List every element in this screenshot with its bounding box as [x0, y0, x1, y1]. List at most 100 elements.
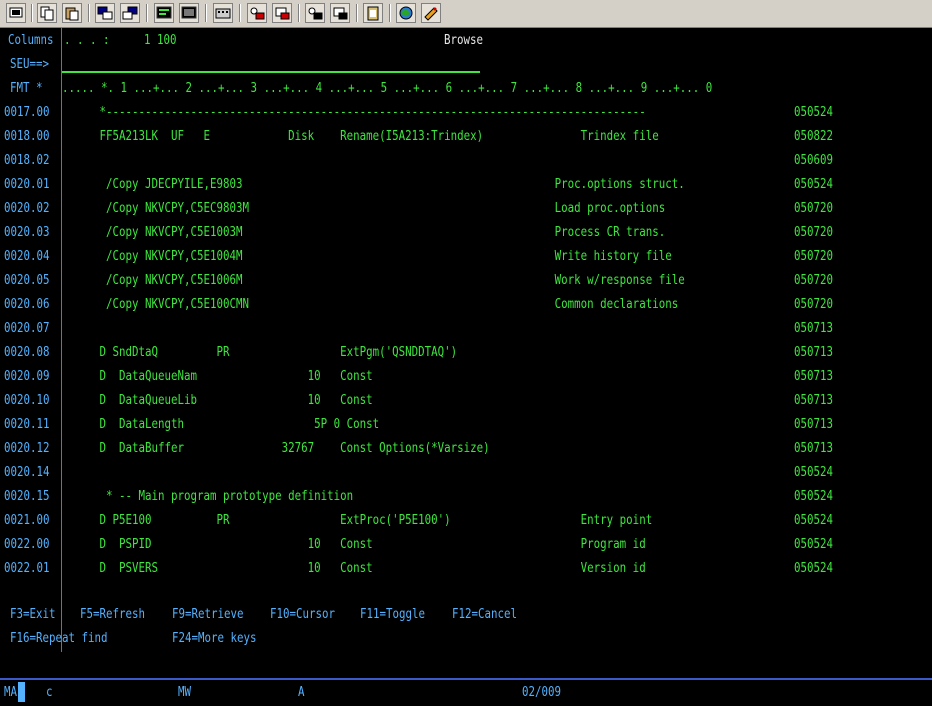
- columns-dots: . . . :: [64, 32, 110, 48]
- sequence-number: 0018.00: [4, 128, 50, 144]
- source-line[interactable]: 0018.00 FF5A213LK UF E Disk Rename(I5A21…: [0, 124, 932, 148]
- source-text[interactable]: D PSVERS 10 Const Version id: [67, 556, 646, 580]
- source-line[interactable]: 0020.12 D DataBuffer 32767 Const Options…: [0, 436, 932, 460]
- f12-cancel-key[interactable]: F12=Cancel: [452, 602, 517, 626]
- clipboard-button[interactable]: [363, 3, 383, 23]
- stop-record-icon: [275, 7, 290, 20]
- keyboard-mode-indicator: A: [298, 684, 305, 700]
- sequence-number: 0020.01: [4, 176, 50, 192]
- change-date: 050524: [794, 176, 834, 192]
- change-date: 050720: [794, 224, 834, 240]
- sequence-number: 0020.05: [4, 272, 50, 288]
- source-line[interactable]: 0018.02 050609: [0, 148, 932, 172]
- source-line[interactable]: 0020.06 /Copy NKVCPY,C5E100CMN Common de…: [0, 292, 932, 316]
- change-date: 050609: [794, 152, 834, 168]
- help-button[interactable]: [421, 3, 441, 23]
- change-date: 050524: [794, 536, 834, 552]
- play-macro2-button[interactable]: [330, 3, 350, 23]
- sequence-number: 0020.03: [4, 224, 50, 240]
- change-date: 050524: [794, 464, 834, 480]
- play-macro2-icon: [333, 7, 348, 20]
- change-date: 050713: [794, 392, 834, 408]
- fmt-label: FMT *: [10, 80, 43, 96]
- source-text[interactable]: D P5E100 PR ExtProc('P5E100') Entry poin…: [67, 508, 653, 532]
- sequence-number: 0020.02: [4, 200, 50, 216]
- change-date: 050713: [794, 368, 834, 384]
- clipboard-icon: [367, 6, 379, 21]
- connection-indicator: c: [46, 684, 53, 700]
- sequence-number: 0020.12: [4, 440, 50, 456]
- source-line[interactable]: 0020.02 /Copy NKVCPY,C5EC9803M Load proc…: [0, 196, 932, 220]
- change-date: 050524: [794, 104, 834, 120]
- source-text[interactable]: /Copy NKVCPY,C5E1006M Work w/response fi…: [67, 268, 685, 292]
- source-text[interactable]: *---------------------------------------…: [67, 100, 646, 124]
- source-text[interactable]: D DataLength 5P 0 Const: [67, 412, 380, 436]
- source-text[interactable]: /Copy NKVCPY,C5E1004M Write history file: [67, 244, 672, 268]
- source-line[interactable]: 0022.00 D PSPID 10 Const Program id 0505…: [0, 532, 932, 556]
- source-line[interactable]: 0020.09 D DataQueueNam 10 Const 050713: [0, 364, 932, 388]
- source-text[interactable]: /Copy JDECPYILE,E9803 Proc.options struc…: [67, 172, 685, 196]
- columns-label: Columns: [8, 32, 54, 48]
- seu-input-underline: [62, 71, 480, 73]
- record-macro-button[interactable]: [247, 3, 267, 23]
- f9-retrieve-key[interactable]: F9=Retrieve: [172, 602, 244, 626]
- f5-refresh-key[interactable]: F5=Refresh: [80, 602, 145, 626]
- print-screen-button[interactable]: [6, 3, 26, 23]
- ruler-scale: ..... *. 1 ...+... 2 ...+... 3 ...+... 4…: [62, 80, 713, 96]
- source-line[interactable]: 0017.00 *-------------------------------…: [0, 100, 932, 124]
- emulator-toolbar: [0, 0, 932, 28]
- sequence-number: 0020.11: [4, 416, 50, 432]
- source-text[interactable]: D PSPID 10 Const Program id: [67, 532, 646, 556]
- terminal-screen[interactable]: Columns . . . : 1 100 Browse SEU==> FMT …: [0, 28, 932, 678]
- source-line[interactable]: 0020.05 /Copy NKVCPY,C5E1006M Work w/res…: [0, 268, 932, 292]
- source-text[interactable]: D SndDtaQ PR ExtPgm('QSNDDTAQ'): [67, 340, 458, 364]
- receive-button[interactable]: [120, 3, 140, 23]
- display-button[interactable]: [154, 3, 174, 23]
- macro-button[interactable]: [213, 3, 233, 23]
- play-macro-button[interactable]: [305, 3, 325, 23]
- source-line[interactable]: 0020.07 050713: [0, 316, 932, 340]
- stop-record-button[interactable]: [272, 3, 292, 23]
- source-text[interactable]: D DataQueueLib 10 Const: [67, 388, 373, 412]
- source-line[interactable]: 0020.01 /Copy JDECPYILE,E9803 Proc.optio…: [0, 172, 932, 196]
- source-line[interactable]: 0021.00 D P5E100 PR ExtProc('P5E100') En…: [0, 508, 932, 532]
- record-macro-icon: [250, 7, 265, 20]
- f3-exit-key[interactable]: F3=Exit: [10, 602, 56, 626]
- sequence-number: 0020.04: [4, 248, 50, 264]
- source-line[interactable]: 0022.01 D PSVERS 10 Const Version id 050…: [0, 556, 932, 580]
- send-button[interactable]: [95, 3, 115, 23]
- source-text[interactable]: /Copy NKVCPY,C5E1003M Process CR trans.: [67, 220, 665, 244]
- copy-icon: [40, 6, 54, 21]
- keypad-button[interactable]: [179, 3, 199, 23]
- source-text[interactable]: * -- Main program prototype definition: [67, 484, 353, 508]
- session-indicator: MA: [4, 684, 18, 700]
- change-date: 050720: [794, 248, 834, 264]
- globe-button[interactable]: [396, 3, 416, 23]
- f10-cursor-key[interactable]: F10=Cursor: [270, 602, 335, 626]
- source-text[interactable]: D DataBuffer 32767 Const Options(*Varsiz…: [67, 436, 490, 460]
- change-date: 050713: [794, 416, 834, 432]
- source-line[interactable]: 0020.03 /Copy NKVCPY,C5E1003M Process CR…: [0, 220, 932, 244]
- change-date: 050720: [794, 200, 834, 216]
- paste-button[interactable]: [62, 3, 82, 23]
- source-line[interactable]: 0020.04 /Copy NKVCPY,C5E1004M Write hist…: [0, 244, 932, 268]
- source-line[interactable]: 0020.14 050524: [0, 460, 932, 484]
- source-line[interactable]: 0020.10 D DataQueueLib 10 Const 050713: [0, 388, 932, 412]
- source-line[interactable]: 0020.11 D DataLength 5P 0 Const 050713: [0, 412, 932, 436]
- source-line[interactable]: 0020.08 D SndDtaQ PR ExtPgm('QSNDDTAQ') …: [0, 340, 932, 364]
- source-text[interactable]: FF5A213LK UF E Disk Rename(I5A213:Trinde…: [67, 124, 659, 148]
- source-text[interactable]: D DataQueueNam 10 Const: [67, 364, 373, 388]
- sequence-number: 0022.00: [4, 536, 50, 552]
- f24-more-keys-key[interactable]: F24=More keys: [172, 626, 257, 650]
- change-date: 050713: [794, 440, 834, 456]
- change-date: 050720: [794, 296, 834, 312]
- copy-button[interactable]: [37, 3, 57, 23]
- source-text[interactable]: /Copy NKVCPY,C5E100CMN Common declaratio…: [67, 292, 678, 316]
- source-line[interactable]: 0020.15 * -- Main program prototype defi…: [0, 484, 932, 508]
- source-text[interactable]: /Copy NKVCPY,C5EC9803M Load proc.options: [67, 196, 665, 220]
- f11-toggle-key[interactable]: F11=Toggle: [360, 602, 425, 626]
- f16-repeat-find-key[interactable]: F16=Repeat find: [10, 626, 108, 650]
- seu-prompt: SEU==>: [10, 56, 50, 72]
- change-date: 050713: [794, 320, 834, 336]
- sequence-number: 0018.02: [4, 152, 50, 168]
